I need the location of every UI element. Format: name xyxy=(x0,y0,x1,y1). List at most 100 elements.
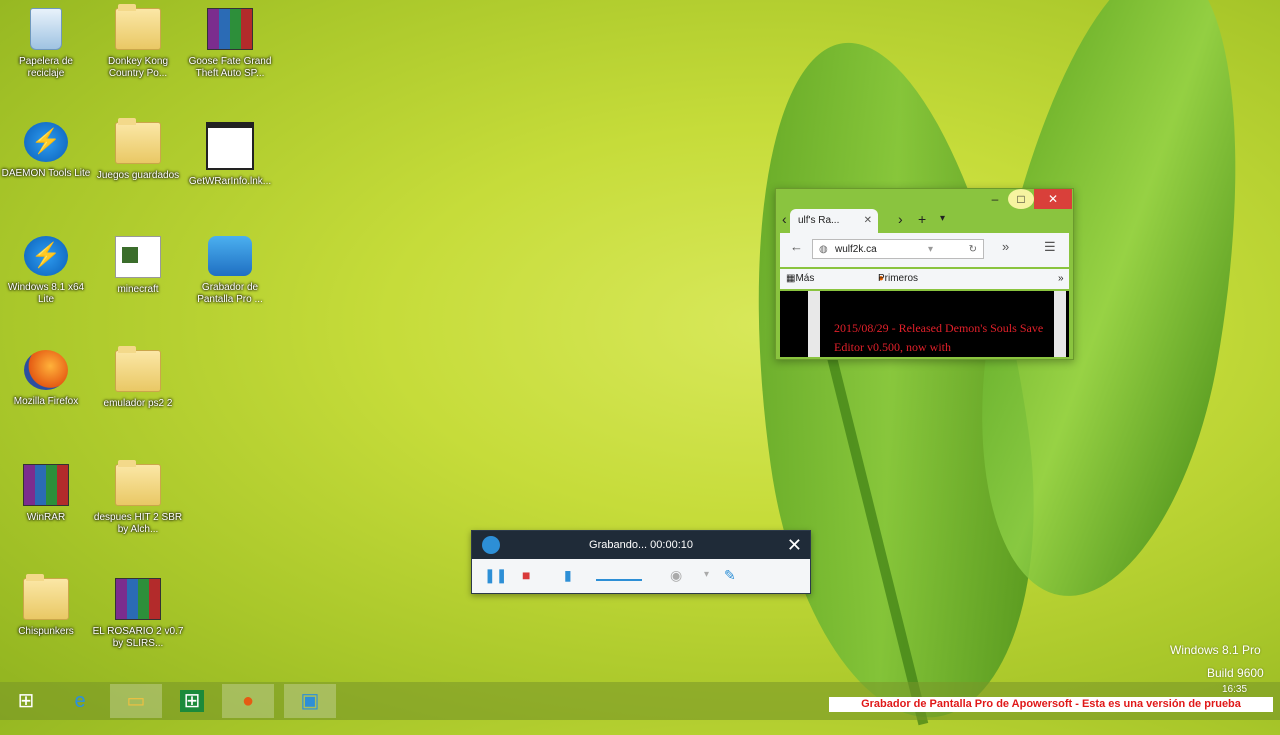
winrar-icon xyxy=(207,8,253,50)
tab-scroll-left-icon[interactable]: ‹ xyxy=(782,211,787,227)
screen-recorder-icon xyxy=(208,236,252,276)
stop-icon[interactable]: ■ xyxy=(522,567,530,583)
page-text: 2015/08/29 - Released Demon's Souls Save… xyxy=(834,321,1044,354)
desktop-icon-label: Goose Fate Grand Theft Auto SP... xyxy=(188,56,272,79)
desktop-icon-winrar-file[interactable]: Goose Fate Grand Theft Auto SP... xyxy=(184,8,276,80)
reload-icon[interactable]: ↻ xyxy=(969,240,977,260)
close-icon[interactable]: ✕ xyxy=(787,531,802,559)
file-explorer-icon: ▭ xyxy=(126,690,146,712)
trial-banner: Grabador de Pantalla Pro de Apowersoft -… xyxy=(829,697,1273,712)
minecraft-icon xyxy=(115,236,161,278)
start-button[interactable]: ⊞ xyxy=(0,684,52,718)
nav-toolbar: ← ◍ wulf2k.ca ▾ ↻ » ☰ xyxy=(780,233,1069,267)
desktop-icon-firefox[interactable]: Mozilla Firefox xyxy=(0,350,92,408)
folder-icon xyxy=(115,346,161,392)
desktop-icon-label: Juegos guardados xyxy=(96,170,180,181)
dropdown-icon[interactable]: ▾ xyxy=(704,569,709,580)
windows-logo-icon: ⊞ xyxy=(17,690,35,712)
daemon-tools-icon: ⚡ xyxy=(24,236,68,276)
maximize-button[interactable]: □ xyxy=(1008,189,1034,209)
page-content[interactable]: 2015/08/29 - Released Demon's Souls Save… xyxy=(780,291,1069,357)
browser-tab[interactable]: ulf's Ra... ✕ xyxy=(790,209,878,233)
desktop-icon-label: Chispunkers xyxy=(18,626,74,637)
desktop-icon-label: DAEMON Tools Lite xyxy=(1,168,91,179)
desktop-icon-label: Grabador de Pantalla Pro ... xyxy=(197,282,263,305)
pen-icon[interactable]: ✎ xyxy=(724,567,736,584)
tab-strip: ‹ ulf's Ra... ✕ › + ▾ xyxy=(780,207,1068,233)
clock[interactable]: 16:35 xyxy=(1222,684,1247,695)
recorder-header: Grabando... 00:00:10 ✕ xyxy=(472,531,810,559)
tab-label: ulf's Ra... xyxy=(798,215,840,226)
menu-icon[interactable]: ☰ xyxy=(1044,239,1056,255)
dropdown-icon[interactable]: ▾ xyxy=(928,240,933,260)
firefox-icon: ● xyxy=(241,690,255,712)
recorder-toolbar[interactable]: Grabando... 00:00:10 ✕ ❚❚ ■ ▮ ◉ ▾ ✎ xyxy=(471,530,811,594)
window-icon xyxy=(206,122,254,170)
desktop-icon-daemon-tools[interactable]: ⚡ DAEMON Tools Lite xyxy=(0,122,92,180)
windows-edition: Windows 8.1 Pro xyxy=(1170,643,1261,657)
webcam-icon[interactable]: ◉ xyxy=(670,567,682,584)
desktop-icon-label: EL ROSARIO 2 v0.7 by SLIRS... xyxy=(92,626,184,649)
audio-level-icon[interactable] xyxy=(596,571,642,581)
desktop-icon-recycle-bin[interactable]: Papelera de reciclaje xyxy=(0,8,92,80)
bookmarks-overflow-icon[interactable]: » xyxy=(1058,269,1064,289)
daemon-tools-icon: ⚡ xyxy=(24,122,68,162)
firefox-window[interactable]: – □ ✕ ‹ ulf's Ra... ✕ › + ▾ ← ◍ wulf2k.c… xyxy=(775,188,1074,360)
recorder-controls: ❚❚ ■ ▮ ◉ ▾ ✎ xyxy=(472,559,810,593)
bookmark-item[interactable]: ▦ Más visitados xyxy=(786,269,834,304)
scrollbar[interactable] xyxy=(808,291,820,357)
taskbar-internet-explorer[interactable]: e xyxy=(54,684,106,718)
folder-icon xyxy=(115,460,161,506)
desktop-icon-folder[interactable]: emulador ps2 2 xyxy=(92,346,184,410)
desktop-icon-screen-recorder[interactable]: Grabador de Pantalla Pro ... xyxy=(184,236,276,306)
desktop-icon-label: Papelera de reciclaje xyxy=(19,56,73,79)
overflow-icon[interactable]: » xyxy=(1002,239,1009,254)
close-window-button[interactable]: ✕ xyxy=(1034,189,1072,209)
taskbar-firefox[interactable]: ● xyxy=(222,684,274,718)
windows-build: Build 9600 xyxy=(1207,666,1264,680)
taskbar-file-explorer[interactable]: ▭ xyxy=(110,684,162,718)
folder-icon xyxy=(23,574,69,620)
desktop-icon-label: Windows 8.1 x64 Lite xyxy=(7,282,85,305)
globe-icon: ◍ xyxy=(819,244,828,255)
new-tab-icon[interactable]: + xyxy=(918,211,926,227)
tab-scroll-right-icon[interactable]: › xyxy=(898,211,903,227)
tab-close-icon[interactable]: ✕ xyxy=(864,209,872,233)
desktop-icon-folder[interactable]: Chispunkers xyxy=(0,574,92,638)
desktop-icon-winrar-file[interactable]: EL ROSARIO 2 v0.7 by SLIRS... xyxy=(92,578,184,650)
taskbar-screen-recorder[interactable]: ▣ xyxy=(284,684,336,718)
desktop-icon-winrar[interactable]: WinRAR xyxy=(0,464,92,524)
desktop-icon-label: Donkey Kong Country Po... xyxy=(107,56,169,79)
recycle-bin-icon xyxy=(30,8,62,50)
back-icon[interactable]: ← xyxy=(790,239,803,254)
desktop-icon-label: despues HIT 2 SBR by Alch... xyxy=(93,512,183,535)
desktop-icon-label: minecraft xyxy=(117,284,159,295)
desktop-icon-minecraft[interactable]: minecraft xyxy=(92,236,184,296)
volume-icon[interactable]: ▮ xyxy=(564,567,572,584)
folder-icon xyxy=(115,4,161,50)
scrollbar[interactable] xyxy=(1054,291,1066,357)
bookmarks-bar: ▦ Más visitados ● Primeros pasos » xyxy=(780,269,1069,304)
winrar-icon xyxy=(115,578,161,620)
desktop-icon-label: emulador ps2 2 xyxy=(103,398,173,409)
desktop-icon-folder[interactable]: Juegos guardados xyxy=(92,118,184,182)
folder-icon xyxy=(115,118,161,164)
internet-explorer-icon: e xyxy=(74,690,86,712)
recording-status: Grabando... 00:00:10 xyxy=(589,539,693,551)
desktop-icon-label: WinRAR xyxy=(26,512,66,523)
desktop-icon-label: Mozilla Firefox xyxy=(13,396,79,407)
desktop-icon-folder[interactable]: despues HIT 2 SBR by Alch... xyxy=(92,460,184,536)
winrar-icon xyxy=(23,464,69,506)
desktop-icon-label: GetWRarInfo.lnk... xyxy=(188,176,272,187)
firefox-icon xyxy=(24,350,68,390)
screen-recorder-icon: ▣ xyxy=(300,690,320,712)
desktop-icon-daemon-tools[interactable]: ⚡ Windows 8.1 x64 Lite xyxy=(0,236,92,306)
tab-list-icon[interactable]: ▾ xyxy=(940,213,945,224)
desktop-icon-shortcut[interactable]: GetWRarInfo.lnk... xyxy=(184,122,276,188)
url-text: wulf2k.ca xyxy=(835,244,877,255)
taskbar-store[interactable]: ⊞ xyxy=(166,684,218,718)
desktop-icon-folder[interactable]: Donkey Kong Country Po... xyxy=(92,4,184,80)
minimize-button[interactable]: – xyxy=(982,189,1008,209)
url-bar[interactable]: ◍ wulf2k.ca ▾ ↻ xyxy=(812,239,984,259)
pause-icon[interactable]: ❚❚ xyxy=(484,567,507,584)
